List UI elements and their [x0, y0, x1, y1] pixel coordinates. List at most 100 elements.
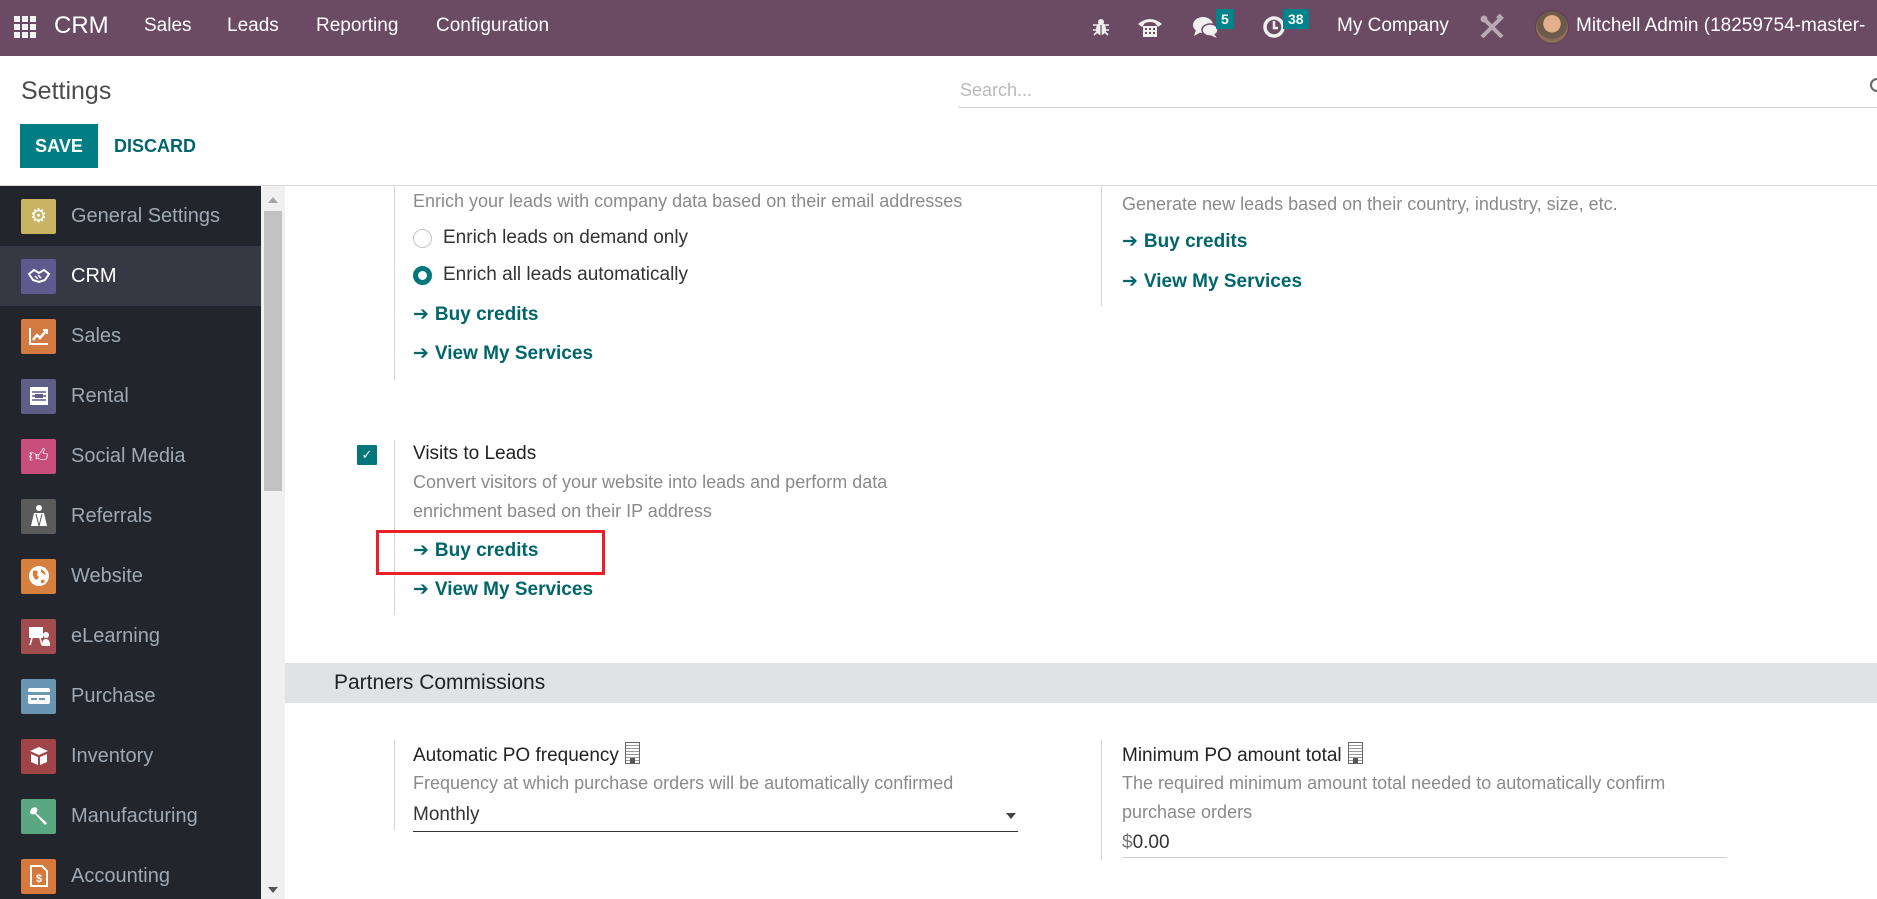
sidebar-item-purchase[interactable]: Purchase [0, 666, 261, 726]
visits-to-leads-view-services-link[interactable]: ➔ View My Services [413, 578, 593, 601]
box-icon [21, 738, 56, 774]
sidebar-item-label: Website [71, 564, 143, 587]
sidebar-item-label: Accounting [71, 864, 170, 887]
caret-down-icon [1006, 813, 1016, 819]
wrench-icon [21, 798, 56, 834]
link-label: View My Services [434, 342, 594, 364]
sidebar-scrollbar[interactable] [261, 186, 285, 899]
sidebar-item-label: Sales [71, 324, 122, 347]
sidebar-item-crm[interactable]: CRM [0, 246, 261, 306]
company-building-icon [1347, 742, 1363, 764]
chart-up-icon [21, 318, 56, 354]
menu-sales[interactable]: Sales [144, 15, 192, 37]
currency-symbol: $ [1122, 831, 1133, 853]
section-title: Partners Commissions [334, 671, 546, 694]
sidebar-item-label: General Settings [71, 204, 220, 227]
description-line: Convert visitors of your website into le… [413, 472, 888, 492]
radio-label: Enrich all leads automatically [443, 264, 689, 285]
top-navbar: CRM Sales Leads Reporting Configuration … [0, 0, 1877, 56]
radio-button[interactable] [413, 228, 432, 248]
min-po-amount-description: The required minimum amount total needed… [1122, 769, 1665, 827]
sidebar-item-referrals[interactable]: Referrals [0, 486, 261, 546]
setting-title-text: Automatic PO frequency [413, 745, 619, 766]
company-switcher[interactable]: My Company [1337, 15, 1449, 37]
scrollbar-thumb[interactable] [264, 211, 282, 491]
sidebar-item-label: Manufacturing [71, 804, 198, 827]
setting-divider [394, 440, 395, 615]
sidebar-item-website[interactable]: Website [0, 546, 261, 606]
discard-button[interactable]: DISCARD [112, 124, 198, 168]
lead-enrichment-buy-credits-link[interactable]: ➔ Buy credits [413, 303, 538, 326]
scroll-down-arrow-icon[interactable] [268, 887, 278, 893]
link-label: View My Services [1143, 270, 1303, 292]
user-menu[interactable]: Mitchell Admin (18259754-master- [1576, 15, 1865, 37]
lead-generation-view-services-link[interactable]: ➔ View My Services [1122, 270, 1302, 293]
amount-value: 0.00 [1132, 831, 1170, 853]
arrow-right-icon: ➔ [413, 343, 429, 364]
app-brand[interactable]: CRM [54, 12, 109, 40]
lead-generation-description: Generate new leads based on their countr… [1122, 194, 1618, 214]
sidebar-item-accounting[interactable]: $ Accounting [0, 846, 261, 899]
visits-to-leads-checkbox[interactable]: ✓ [357, 445, 377, 465]
description-line: purchase orders [1122, 802, 1253, 822]
save-button[interactable]: SAVE [20, 124, 98, 168]
arrow-right-icon: ➔ [1122, 231, 1138, 252]
referral-icon [21, 498, 56, 534]
invoice-icon: $ [21, 858, 56, 894]
search-icon[interactable] [1870, 78, 1877, 92]
settings-sidebar: ⚙ General Settings CRM Sales Rental 👍︎ S… [0, 186, 261, 899]
sidebar-item-manufacturing[interactable]: Manufacturing [0, 786, 261, 846]
sidebar-item-social-media[interactable]: 👍︎ Social Media [0, 426, 261, 486]
scroll-up-arrow-icon[interactable] [268, 197, 278, 203]
arrow-right-icon: ➔ [413, 304, 429, 325]
menu-reporting[interactable]: Reporting [316, 15, 398, 37]
lead-generation-buy-credits-link[interactable]: ➔ Buy credits [1122, 230, 1247, 253]
arrow-right-icon: ➔ [1122, 271, 1138, 292]
user-avatar[interactable] [1535, 10, 1569, 44]
po-frequency-title: Automatic PO frequency [413, 742, 640, 767]
radio-button-selected[interactable] [413, 265, 432, 285]
sidebar-item-rental[interactable]: Rental [0, 366, 261, 426]
search-input[interactable] [958, 74, 1877, 108]
radio-label: Enrich leads on demand only [443, 227, 689, 248]
handshake-icon [21, 258, 56, 294]
apps-grid-icon[interactable] [14, 16, 36, 38]
radio-enrich-on-demand[interactable]: Enrich leads on demand only [413, 227, 688, 249]
sidebar-item-label: Inventory [71, 744, 154, 767]
min-po-amount-input[interactable]: $0.00 [1122, 828, 1727, 858]
sidebar-item-label: Purchase [71, 684, 156, 707]
tools-icon[interactable] [1478, 14, 1506, 40]
setting-divider [394, 186, 395, 380]
sidebar-item-label: Rental [71, 384, 129, 407]
min-po-amount-title: Minimum PO amount total [1122, 742, 1363, 767]
sidebar-item-label: Social Media [71, 444, 186, 467]
rental-icon [21, 378, 56, 414]
bug-icon[interactable] [1090, 14, 1112, 40]
phone-icon[interactable] [1136, 14, 1164, 40]
sidebar-item-label: eLearning [71, 624, 160, 647]
link-label: View My Services [434, 578, 594, 600]
description-line: The required minimum amount total needed… [1122, 773, 1666, 793]
arrow-right-icon: ➔ [413, 579, 429, 600]
setting-divider [394, 740, 395, 830]
visits-to-leads-title: Visits to Leads [413, 443, 537, 464]
radio-enrich-automatically[interactable]: Enrich all leads automatically [413, 264, 688, 286]
globe-icon [21, 558, 56, 594]
sidebar-item-sales[interactable]: Sales [0, 306, 261, 366]
description-line: enrichment based on their IP address [413, 501, 712, 521]
po-frequency-select[interactable]: Monthly [413, 798, 1018, 832]
select-value: Monthly [413, 803, 480, 825]
sidebar-item-inventory[interactable]: Inventory [0, 726, 261, 786]
sidebar-item-elearning[interactable]: eLearning [0, 606, 261, 666]
menu-configuration[interactable]: Configuration [436, 15, 549, 37]
presentation-icon [21, 618, 56, 654]
setting-divider [1101, 740, 1102, 860]
thumbs-up-icon: 👍︎ [21, 438, 56, 474]
sidebar-item-general-settings[interactable]: ⚙ General Settings [0, 186, 261, 246]
lead-enrichment-view-services-link[interactable]: ➔ View My Services [413, 342, 593, 365]
visits-to-leads-description: Convert visitors of your website into le… [413, 468, 887, 526]
setting-divider [1101, 186, 1102, 306]
menu-leads[interactable]: Leads [227, 15, 279, 37]
page-title: Settings [21, 77, 112, 105]
sidebar-item-label: Referrals [71, 504, 153, 527]
